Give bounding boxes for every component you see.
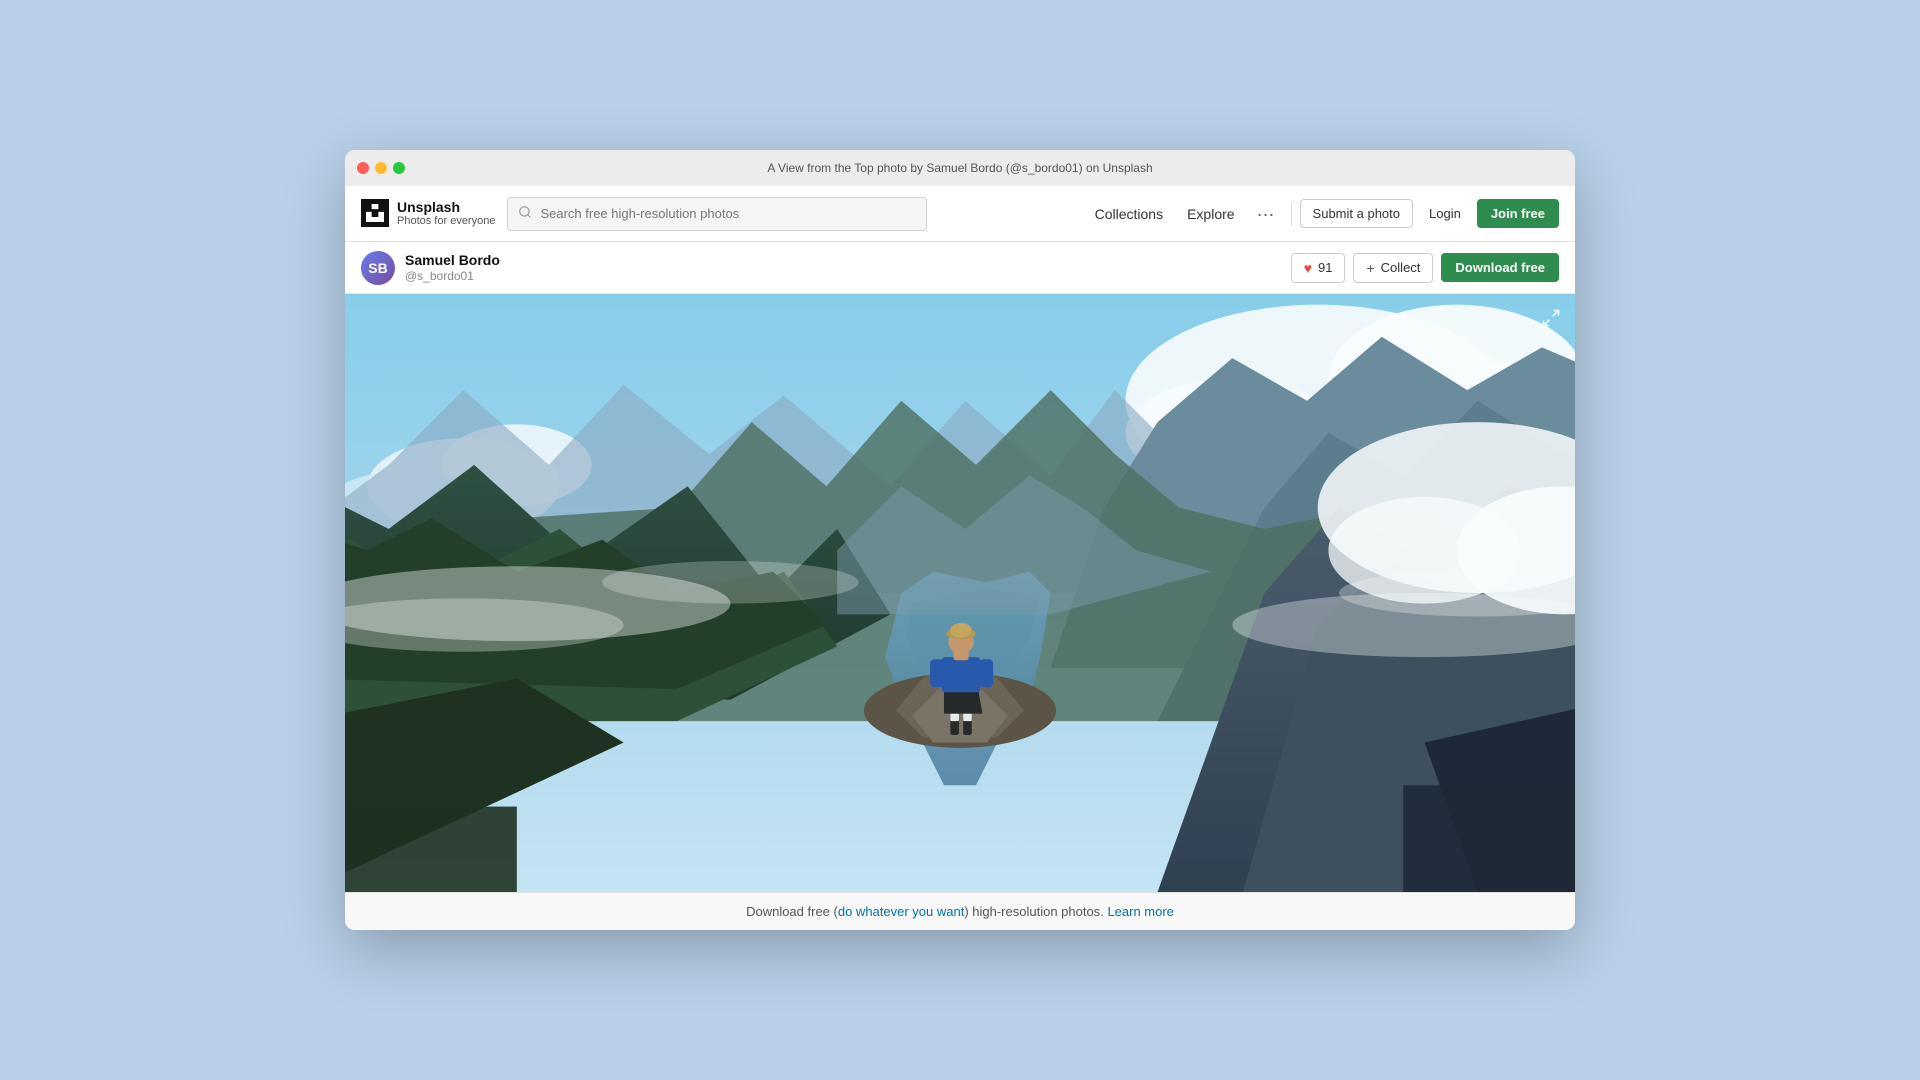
search-bar[interactable]: [507, 197, 927, 231]
avatar[interactable]: SB: [361, 251, 395, 285]
maximize-button[interactable]: [393, 162, 405, 174]
like-count: 91: [1318, 260, 1332, 275]
explore-link[interactable]: Explore: [1177, 200, 1244, 228]
submit-photo-button[interactable]: Submit a photo: [1300, 199, 1413, 228]
photo-scene: [345, 294, 1575, 892]
photo-toolbar: SB Samuel Bordo @s_bordo01 ♥ 91 + Collec…: [345, 242, 1575, 294]
traffic-lights: [357, 162, 405, 174]
logo-text: Unsplash Photos for everyone: [397, 199, 495, 229]
browser-window: A View from the Top photo by Samuel Bord…: [345, 150, 1575, 930]
more-menu-button[interactable]: ···: [1249, 201, 1283, 227]
search-icon: [518, 205, 532, 222]
logo-svg: [366, 204, 384, 222]
search-input[interactable]: [540, 206, 916, 221]
minimize-button[interactable]: [375, 162, 387, 174]
photographer-text: Samuel Bordo @s_bordo01: [405, 251, 500, 285]
photo-svg: [345, 294, 1575, 892]
like-button[interactable]: ♥ 91: [1291, 253, 1346, 283]
unsplash-logo-icon: [361, 199, 389, 227]
expand-icon[interactable]: [1539, 306, 1563, 330]
brand-tagline: Photos for everyone: [397, 215, 495, 228]
logo-link[interactable]: Unsplash Photos for everyone: [361, 199, 495, 229]
footer-link-license[interactable]: do whatever you want: [838, 904, 964, 919]
footer-banner: Download free ( do whatever you want ) h…: [345, 892, 1575, 930]
navbar: Unsplash Photos for everyone Collections…: [345, 186, 1575, 242]
join-button[interactable]: Join free: [1477, 199, 1559, 228]
collect-label: Collect: [1381, 260, 1421, 275]
browser-content: Unsplash Photos for everyone Collections…: [345, 186, 1575, 930]
page-title: A View from the Top photo by Samuel Bord…: [767, 161, 1152, 175]
footer-text-before: Download free (: [746, 904, 838, 919]
plus-icon: +: [1366, 260, 1374, 276]
photo-actions: ♥ 91 + Collect Download free: [1291, 253, 1559, 283]
heart-icon: ♥: [1304, 260, 1312, 276]
brand-name: Unsplash: [397, 199, 495, 216]
login-button[interactable]: Login: [1417, 200, 1473, 227]
photographer-handle: @s_bordo01: [405, 269, 500, 285]
footer-text-middle: ) high-resolution photos.: [964, 904, 1103, 919]
nav-links: Collections Explore ··· Submit a photo L…: [1085, 199, 1559, 228]
download-button[interactable]: Download free: [1441, 253, 1559, 282]
close-button[interactable]: [357, 162, 369, 174]
collect-button[interactable]: + Collect: [1353, 253, 1433, 283]
photographer-info: SB Samuel Bordo @s_bordo01: [361, 251, 500, 285]
footer-link-learn-more[interactable]: Learn more: [1107, 904, 1173, 919]
nav-divider: [1291, 202, 1292, 226]
title-bar: A View from the Top photo by Samuel Bord…: [345, 150, 1575, 186]
photographer-name[interactable]: Samuel Bordo: [405, 251, 500, 269]
photo-container: [345, 294, 1575, 892]
collections-link[interactable]: Collections: [1085, 200, 1173, 228]
